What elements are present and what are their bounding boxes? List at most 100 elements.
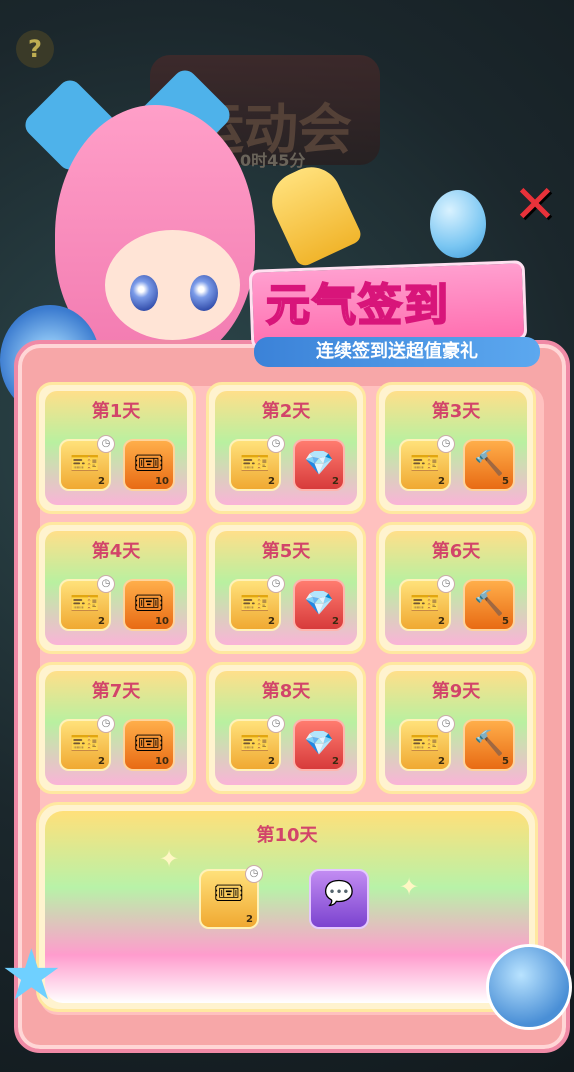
reward-item[interactable]: 🔨 5 bbox=[463, 719, 515, 771]
day-label: 第10天 bbox=[256, 825, 318, 846]
clock-icon: ◷ bbox=[267, 575, 285, 593]
ticket-orange-icon: 🎟 bbox=[133, 449, 165, 477]
reward-count: 2 bbox=[98, 756, 105, 767]
clock-icon: ◷ bbox=[437, 715, 455, 733]
reward-item[interactable]: 🎟 10 bbox=[123, 439, 175, 491]
clock-icon: ◷ bbox=[245, 865, 263, 883]
day-label: 第6天 bbox=[431, 541, 481, 562]
ticket-orange-icon: 🎟 bbox=[133, 589, 165, 617]
ticket-pink-icon: 🎫 bbox=[70, 729, 100, 757]
clock-icon: ◷ bbox=[437, 435, 455, 453]
reward-item[interactable]: 🎫 ◷ 2 bbox=[59, 715, 115, 771]
day-card-8[interactable]: 第8天 🎫 ◷ 2 💎 2 bbox=[206, 662, 366, 794]
reward-item[interactable]: 💎 2 bbox=[293, 579, 345, 631]
ticket-pink-icon: 🎫 bbox=[70, 449, 100, 477]
day-card-10[interactable]: 第10天 ✦ ✦ 🎟 ◷ 2 💬 bbox=[36, 802, 538, 1012]
day-card-2[interactable]: 第2天 🎫 ◷ 2 💎 2 bbox=[206, 382, 366, 514]
ticket-pink-icon: 🎫 bbox=[410, 449, 440, 477]
reward-item[interactable]: 🎟 10 bbox=[123, 719, 175, 771]
day-card-4[interactable]: 第4天 🎫 ◷ 2 🎟 10 bbox=[36, 522, 196, 654]
reward-item[interactable]: 🎫 ◷ 2 bbox=[399, 715, 455, 771]
title-badge: 元气签到 连续签到送超值豪礼 bbox=[240, 255, 540, 367]
gem-icon: 💎 bbox=[304, 449, 334, 477]
reward-item[interactable]: 🎫 ◷ 2 bbox=[59, 435, 115, 491]
gem-icon: 💎 bbox=[304, 729, 334, 757]
character-eye-right bbox=[190, 275, 218, 311]
hammer-icon: 🔨 bbox=[474, 589, 504, 617]
reward-item[interactable]: 🎟 10 bbox=[123, 579, 175, 631]
sparkle-icon: ✦ bbox=[399, 873, 420, 901]
hammer-icon: 🔨 bbox=[474, 449, 504, 477]
balloon-icon bbox=[430, 190, 486, 258]
reward-count: 2 bbox=[268, 476, 275, 487]
character-eye-left bbox=[130, 275, 158, 311]
reward-item[interactable]: 🎫 ◷ 2 bbox=[229, 435, 285, 491]
character-face bbox=[105, 230, 240, 340]
reward-count: 2 bbox=[332, 756, 339, 767]
reward-item[interactable]: 💎 2 bbox=[293, 439, 345, 491]
reward-count: 5 bbox=[502, 616, 509, 627]
page-title: 元气签到 bbox=[265, 279, 450, 332]
day-card-9[interactable]: 第9天 🎫 ◷ 2 🔨 5 bbox=[376, 662, 536, 794]
clock-icon: ◷ bbox=[97, 575, 115, 593]
ticket-pink-icon: 🎫 bbox=[240, 729, 270, 757]
day-card-5[interactable]: 第5天 🎫 ◷ 2 💎 2 bbox=[206, 522, 366, 654]
reward-count: 5 bbox=[502, 476, 509, 487]
reward-count: 2 bbox=[268, 616, 275, 627]
ticket-pink-icon: 🎫 bbox=[410, 589, 440, 617]
day-card-7[interactable]: 第7天 🎫 ◷ 2 🎟 10 bbox=[36, 662, 196, 794]
ticket-pink-icon: 🎫 bbox=[240, 589, 270, 617]
reward-item[interactable]: 🎫 ◷ 2 bbox=[229, 575, 285, 631]
reward-item[interactable]: 🎫 ◷ 2 bbox=[229, 715, 285, 771]
clock-icon: ◷ bbox=[97, 715, 115, 733]
day-label: 第9天 bbox=[431, 681, 481, 702]
clock-icon: ◷ bbox=[267, 715, 285, 733]
clock-icon: ◷ bbox=[97, 435, 115, 453]
star-icon: ★ bbox=[0, 934, 63, 1016]
reward-item[interactable]: 🎟 ◷ 2 bbox=[199, 865, 263, 929]
close-icon: ✕ bbox=[513, 175, 557, 235]
day-label: 第1天 bbox=[91, 401, 141, 422]
day-label: 第2天 bbox=[261, 401, 311, 422]
reward-count: 10 bbox=[155, 756, 169, 767]
character-illustration bbox=[0, 50, 270, 415]
reward-item[interactable]: 🎫 ◷ 2 bbox=[399, 435, 455, 491]
day-label: 第5天 bbox=[261, 541, 311, 562]
basketball-icon bbox=[486, 944, 572, 1030]
day-label: 第8天 bbox=[261, 681, 311, 702]
reward-item[interactable]: 🎫 ◷ 2 bbox=[399, 575, 455, 631]
ticket-pink-icon: 🎫 bbox=[410, 729, 440, 757]
gem-icon: 💎 bbox=[304, 589, 334, 617]
day-label: 第4天 bbox=[91, 541, 141, 562]
clock-icon: ◷ bbox=[267, 435, 285, 453]
reward-item[interactable]: 💬 bbox=[309, 869, 369, 929]
reward-count: 2 bbox=[438, 756, 445, 767]
reward-count: 2 bbox=[332, 476, 339, 487]
clock-icon: ◷ bbox=[437, 575, 455, 593]
ticket-orange-icon: 🎟 bbox=[133, 729, 165, 757]
day-card-6[interactable]: 第6天 🎫 ◷ 2 🔨 5 bbox=[376, 522, 536, 654]
reward-count: 10 bbox=[155, 616, 169, 627]
ticket-gold-icon: 🎟 bbox=[213, 879, 245, 907]
sparkle-icon: ✦ bbox=[159, 845, 180, 873]
reward-item[interactable]: 🔨 5 bbox=[463, 439, 515, 491]
reward-count: 2 bbox=[98, 476, 105, 487]
day-label: 第3天 bbox=[431, 401, 481, 422]
reward-count: 2 bbox=[246, 914, 253, 925]
day-card-3[interactable]: 第3天 🎫 ◷ 2 🔨 5 bbox=[376, 382, 536, 514]
page-subtitle: 连续签到送超值豪礼 bbox=[254, 337, 540, 367]
reward-count: 2 bbox=[332, 616, 339, 627]
ticket-pink-icon: 🎫 bbox=[70, 589, 100, 617]
reward-item[interactable]: 🔨 5 bbox=[463, 579, 515, 631]
day-card-1[interactable]: 第1天 🎫 ◷ 2 🎟 10 bbox=[36, 382, 196, 514]
reward-item[interactable]: 🎫 ◷ 2 bbox=[59, 575, 115, 631]
close-button[interactable]: ✕ bbox=[510, 179, 560, 231]
reward-count: 10 bbox=[155, 476, 169, 487]
hammer-icon: 🔨 bbox=[474, 729, 504, 757]
reward-count: 2 bbox=[268, 756, 275, 767]
reward-count: 2 bbox=[438, 476, 445, 487]
ticket-pink-icon: 🎫 bbox=[240, 449, 270, 477]
chat-bubble-frame-icon: 💬 bbox=[324, 879, 354, 907]
reward-item[interactable]: 💎 2 bbox=[293, 719, 345, 771]
reward-count: 5 bbox=[502, 756, 509, 767]
